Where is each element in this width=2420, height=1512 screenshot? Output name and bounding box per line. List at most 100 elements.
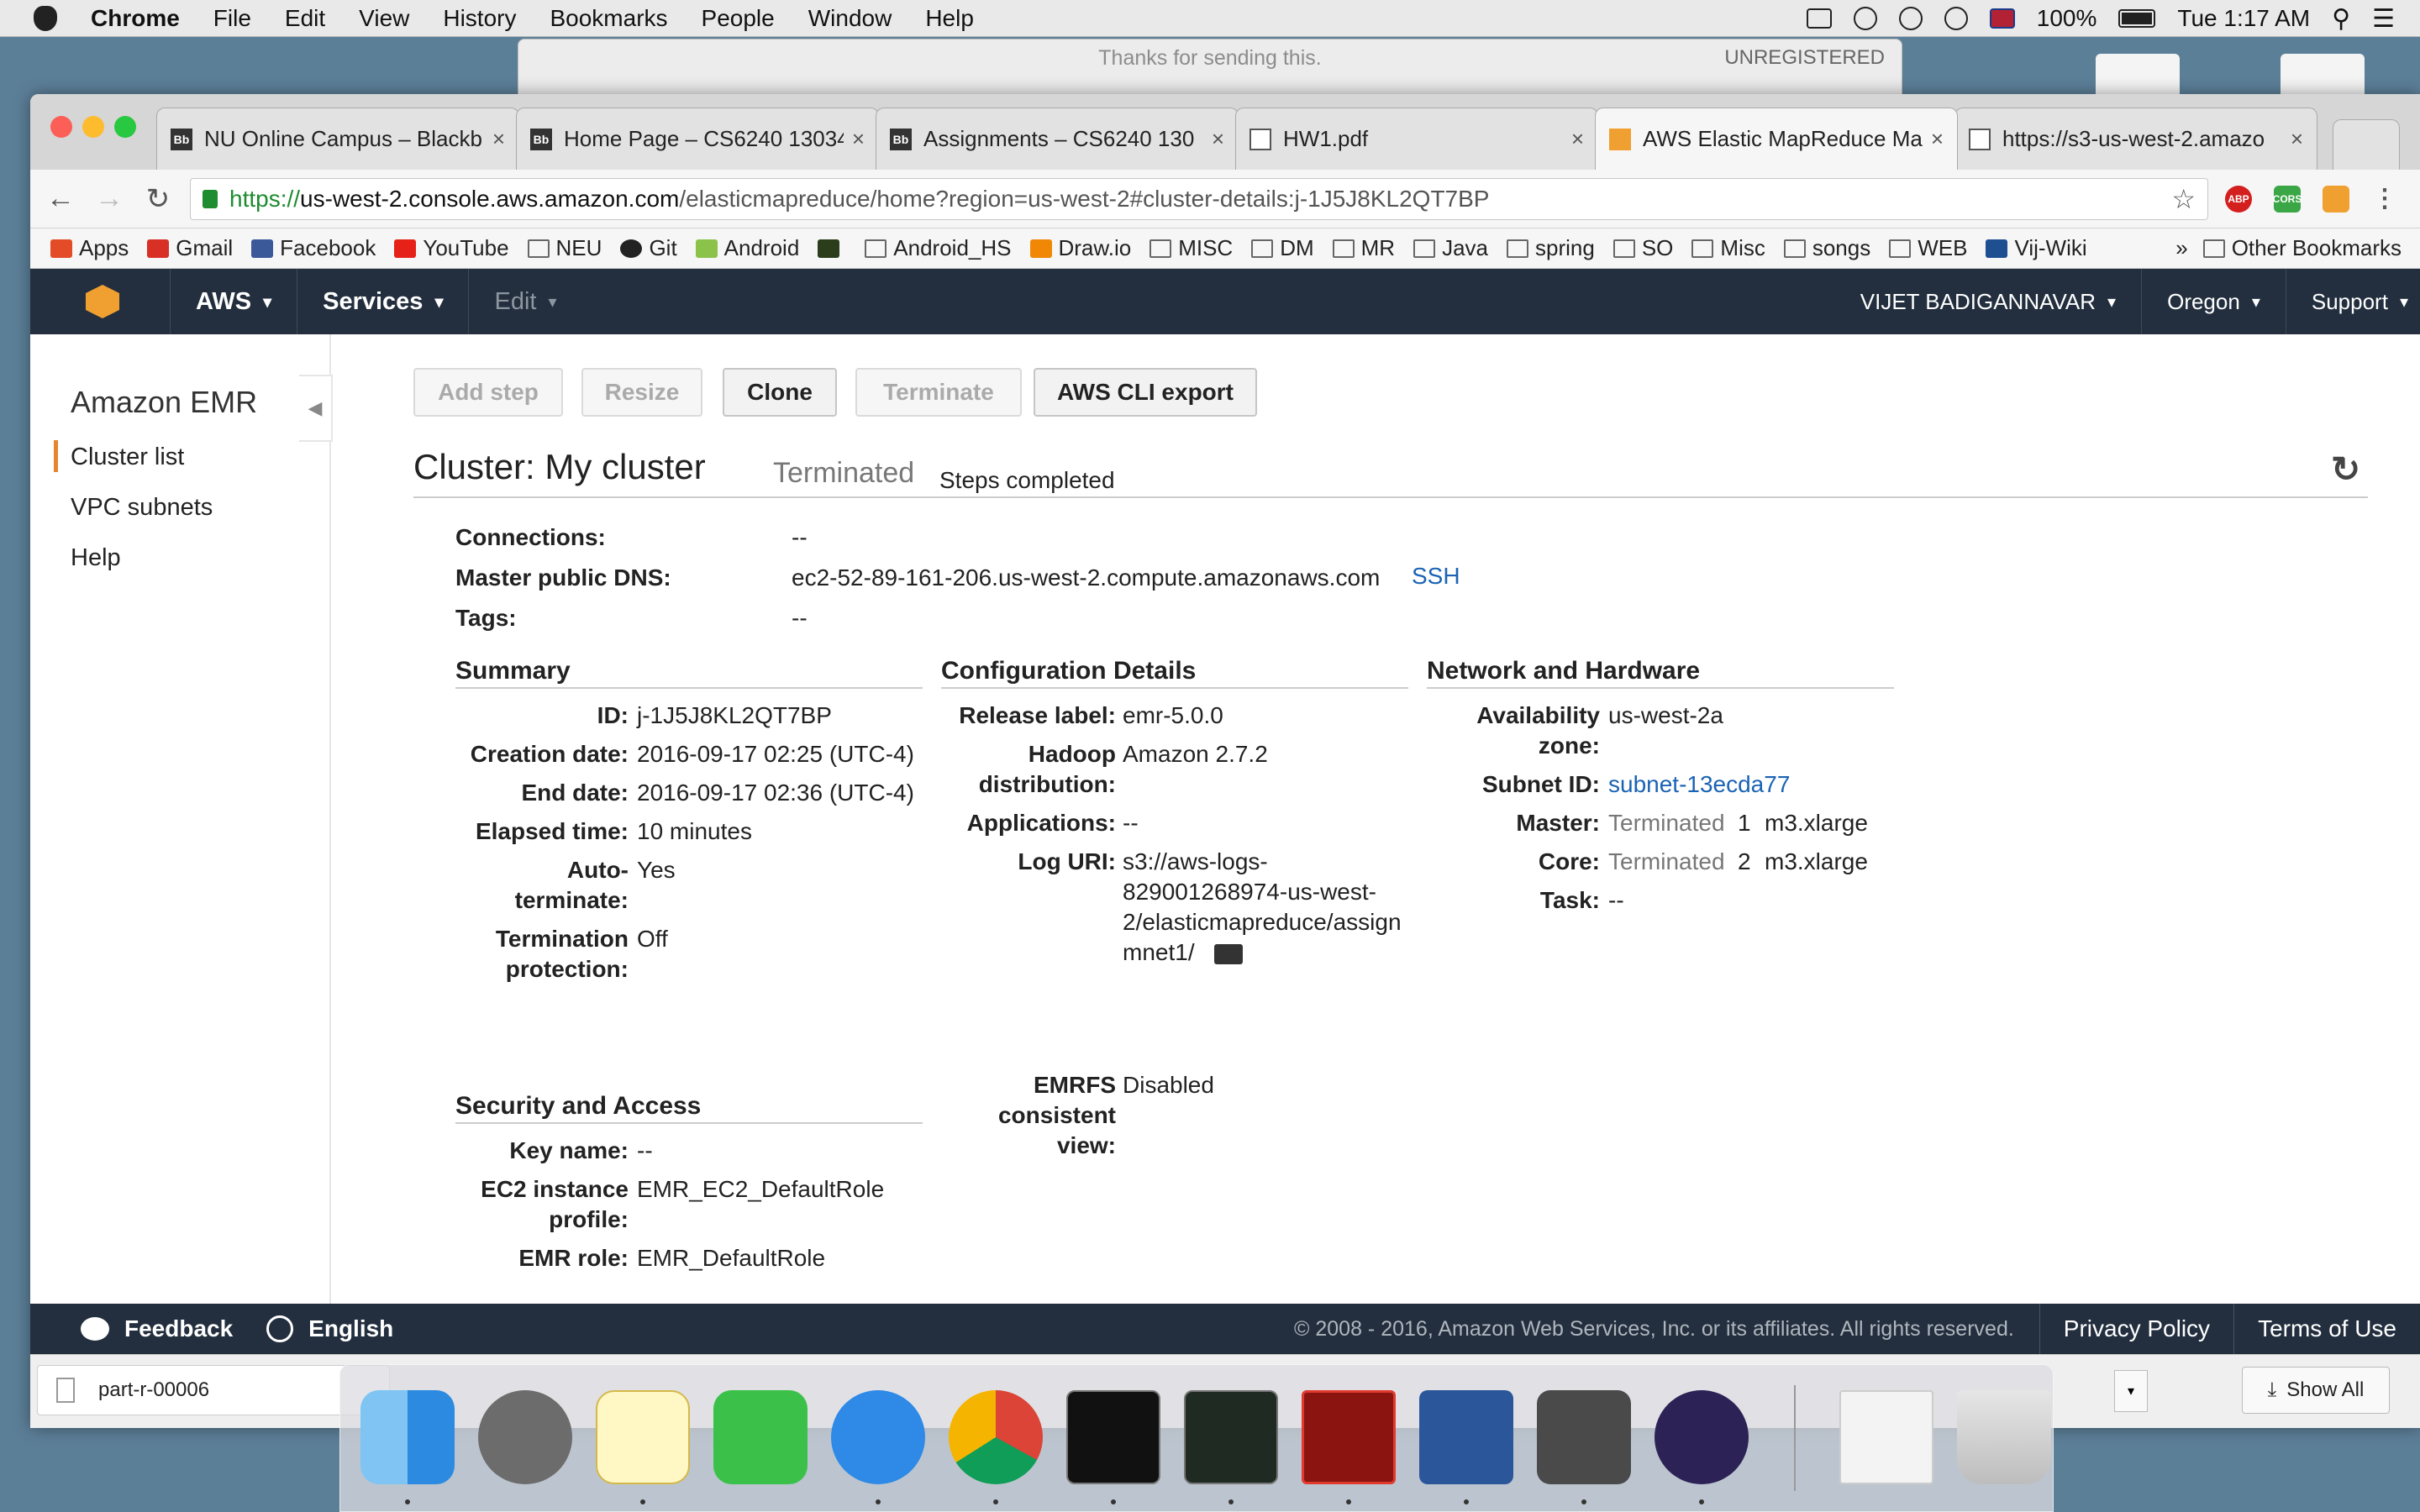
- show-all-downloads-button[interactable]: ⤓ Show All: [2242, 1367, 2390, 1414]
- aws-menu[interactable]: AWS ▾: [171, 288, 297, 316]
- close-window-icon[interactable]: [50, 116, 72, 138]
- services-menu[interactable]: Services ▾: [297, 288, 468, 316]
- terminal-icon[interactable]: [1066, 1390, 1160, 1484]
- bookmark-folder-java[interactable]: Java: [1413, 235, 1488, 261]
- refresh-icon[interactable]: ↻: [2331, 449, 2360, 490]
- spotlight-search-icon[interactable]: ⚲: [2332, 4, 2350, 34]
- eclipse-icon[interactable]: [1655, 1390, 1749, 1484]
- nav-vpc-subnets[interactable]: VPC subnets: [71, 494, 213, 522]
- collapse-nav-button[interactable]: ◀: [299, 375, 333, 442]
- tab-close-icon[interactable]: ×: [852, 126, 865, 152]
- tab-close-icon[interactable]: ×: [1212, 126, 1224, 152]
- menu-help[interactable]: Help: [925, 5, 974, 32]
- bluetooth-icon[interactable]: [1853, 7, 1877, 30]
- bookmark-drawio[interactable]: Draw.io: [1029, 235, 1131, 261]
- menu-file[interactable]: File: [213, 5, 251, 32]
- folder-open-icon[interactable]: [1214, 943, 1244, 964]
- airplay-icon[interactable]: [1806, 8, 1832, 29]
- trash-icon[interactable]: [1957, 1390, 2051, 1484]
- bookmark-git[interactable]: Git: [620, 235, 677, 261]
- system-preferences-icon[interactable]: [478, 1390, 572, 1484]
- bookmark-folder-android-hs[interactable]: Android_HS: [865, 235, 1012, 261]
- aws-logo-icon[interactable]: [86, 285, 119, 318]
- back-arrow-icon[interactable]: ←: [42, 182, 79, 215]
- tab-s3[interactable]: https://s3-us-west-2.amazo ×: [1954, 108, 2317, 170]
- bookmark-mongo[interactable]: [818, 239, 846, 258]
- bookmark-gmail[interactable]: Gmail: [147, 235, 233, 261]
- notification-center-icon[interactable]: ☰: [2372, 4, 2395, 34]
- forward-arrow-icon[interactable]: →: [91, 182, 128, 215]
- subnet-id-link[interactable]: subnet-13ecda77: [1608, 769, 1790, 800]
- background-window[interactable]: Thanks for sending this. UNREGISTERED: [518, 39, 1902, 101]
- menu-history[interactable]: History: [443, 5, 516, 32]
- bookmarks-overflow-button[interactable]: »: [2175, 235, 2187, 261]
- battery-icon[interactable]: [2118, 9, 2156, 28]
- acrobat-icon[interactable]: [1302, 1390, 1396, 1484]
- bookmark-folder-songs[interactable]: songs: [1783, 235, 1870, 261]
- bookmark-folder-neu[interactable]: NEU: [527, 235, 602, 261]
- tab-close-icon[interactable]: ×: [492, 126, 505, 152]
- bookmark-folder-web[interactable]: WEB: [1889, 235, 1967, 261]
- nav-help[interactable]: Help: [71, 544, 121, 572]
- bookmark-folder-misc2[interactable]: Misc: [1691, 235, 1765, 261]
- word-icon[interactable]: [1419, 1390, 1513, 1484]
- ssh-link[interactable]: SSH: [1412, 561, 1460, 591]
- maximize-window-icon[interactable]: [114, 116, 136, 138]
- address-bar[interactable]: https:// us-west-2.console.aws.amazon.co…: [190, 177, 2208, 220]
- tab-close-icon[interactable]: ×: [2291, 126, 2303, 152]
- tab-assignments[interactable]: Bb Assignments – CS6240 130 ×: [876, 108, 1239, 170]
- privacy-policy-link[interactable]: Privacy Policy: [2039, 1304, 2233, 1354]
- download-options-icon[interactable]: ▾: [2114, 1370, 2148, 1412]
- adblock-icon[interactable]: ABP: [2225, 185, 2252, 213]
- tab-close-icon[interactable]: ×: [1931, 126, 1944, 152]
- language-selector[interactable]: English: [266, 1315, 393, 1342]
- apple-icon[interactable]: [34, 5, 57, 31]
- tab-close-icon[interactable]: ×: [1571, 126, 1584, 152]
- bookmark-android[interactable]: Android: [695, 235, 799, 261]
- wifi-icon[interactable]: [1944, 7, 1968, 30]
- terminate-button[interactable]: Terminate: [855, 368, 1022, 417]
- chrome-icon[interactable]: [949, 1390, 1043, 1484]
- bookmark-star-icon[interactable]: ☆: [2171, 183, 2196, 215]
- bookmark-folder-misc[interactable]: MISC: [1150, 235, 1233, 261]
- sublime-text-icon[interactable]: [1537, 1390, 1631, 1484]
- bookmark-apps[interactable]: Apps: [50, 235, 129, 261]
- menu-view[interactable]: View: [359, 5, 409, 32]
- bookmark-other[interactable]: Other Bookmarks: [2202, 235, 2402, 261]
- finder-icon[interactable]: [360, 1390, 455, 1484]
- menu-clock[interactable]: Tue 1:17 AM: [2177, 5, 2310, 32]
- accessibility-icon[interactable]: [1898, 7, 1923, 30]
- menu-app-name[interactable]: Chrome: [91, 5, 180, 32]
- terms-of-use-link[interactable]: Terms of Use: [2233, 1304, 2420, 1354]
- minimize-window-icon[interactable]: [82, 116, 104, 138]
- bookmark-vij-wiki[interactable]: Vij-Wiki: [1986, 235, 2087, 261]
- resize-button[interactable]: Resize: [581, 368, 702, 417]
- recent-window-thumbnail-icon[interactable]: [1839, 1390, 1933, 1484]
- menu-edit[interactable]: Edit: [285, 5, 325, 32]
- support-menu[interactable]: Support ▾: [2286, 289, 2420, 315]
- menu-window[interactable]: Window: [808, 5, 892, 32]
- extension-icon[interactable]: [2323, 185, 2349, 213]
- menu-bookmarks[interactable]: Bookmarks: [550, 5, 667, 32]
- bookmark-facebook[interactable]: Facebook: [251, 235, 376, 261]
- bookmark-folder-spring[interactable]: spring: [1507, 235, 1595, 261]
- tab-blackboard[interactable]: Bb NU Online Campus – Blackb ×: [156, 108, 519, 170]
- activity-monitor-icon[interactable]: [1184, 1390, 1278, 1484]
- account-menu[interactable]: VIJET BADIGANNAVAR ▾: [1835, 289, 2141, 315]
- region-menu[interactable]: Oregon ▾: [2142, 289, 2286, 315]
- reload-icon[interactable]: ↻: [139, 182, 176, 216]
- edit-menu[interactable]: Edit ▾: [469, 288, 581, 316]
- add-step-button[interactable]: Add step: [413, 368, 563, 417]
- us-flag-input-icon[interactable]: [1989, 8, 2015, 29]
- tab-cs6240-home[interactable]: Bb Home Page – CS6240 13034 ×: [516, 108, 879, 170]
- aws-cli-export-button[interactable]: AWS CLI export: [1034, 368, 1257, 417]
- bookmark-folder-so[interactable]: SO: [1612, 235, 1673, 261]
- tab-aws-emr[interactable]: AWS Elastic MapReduce Ma ×: [1595, 108, 1958, 170]
- tab-hw1-pdf[interactable]: HW1.pdf ×: [1235, 108, 1598, 170]
- new-tab-button[interactable]: [2333, 119, 2400, 170]
- bookmark-youtube[interactable]: YouTube: [394, 235, 509, 261]
- facetime-icon[interactable]: [713, 1390, 808, 1484]
- bookmark-folder-dm[interactable]: DM: [1251, 235, 1314, 261]
- bookmark-folder-mr[interactable]: MR: [1332, 235, 1395, 261]
- notes-icon[interactable]: [596, 1390, 690, 1484]
